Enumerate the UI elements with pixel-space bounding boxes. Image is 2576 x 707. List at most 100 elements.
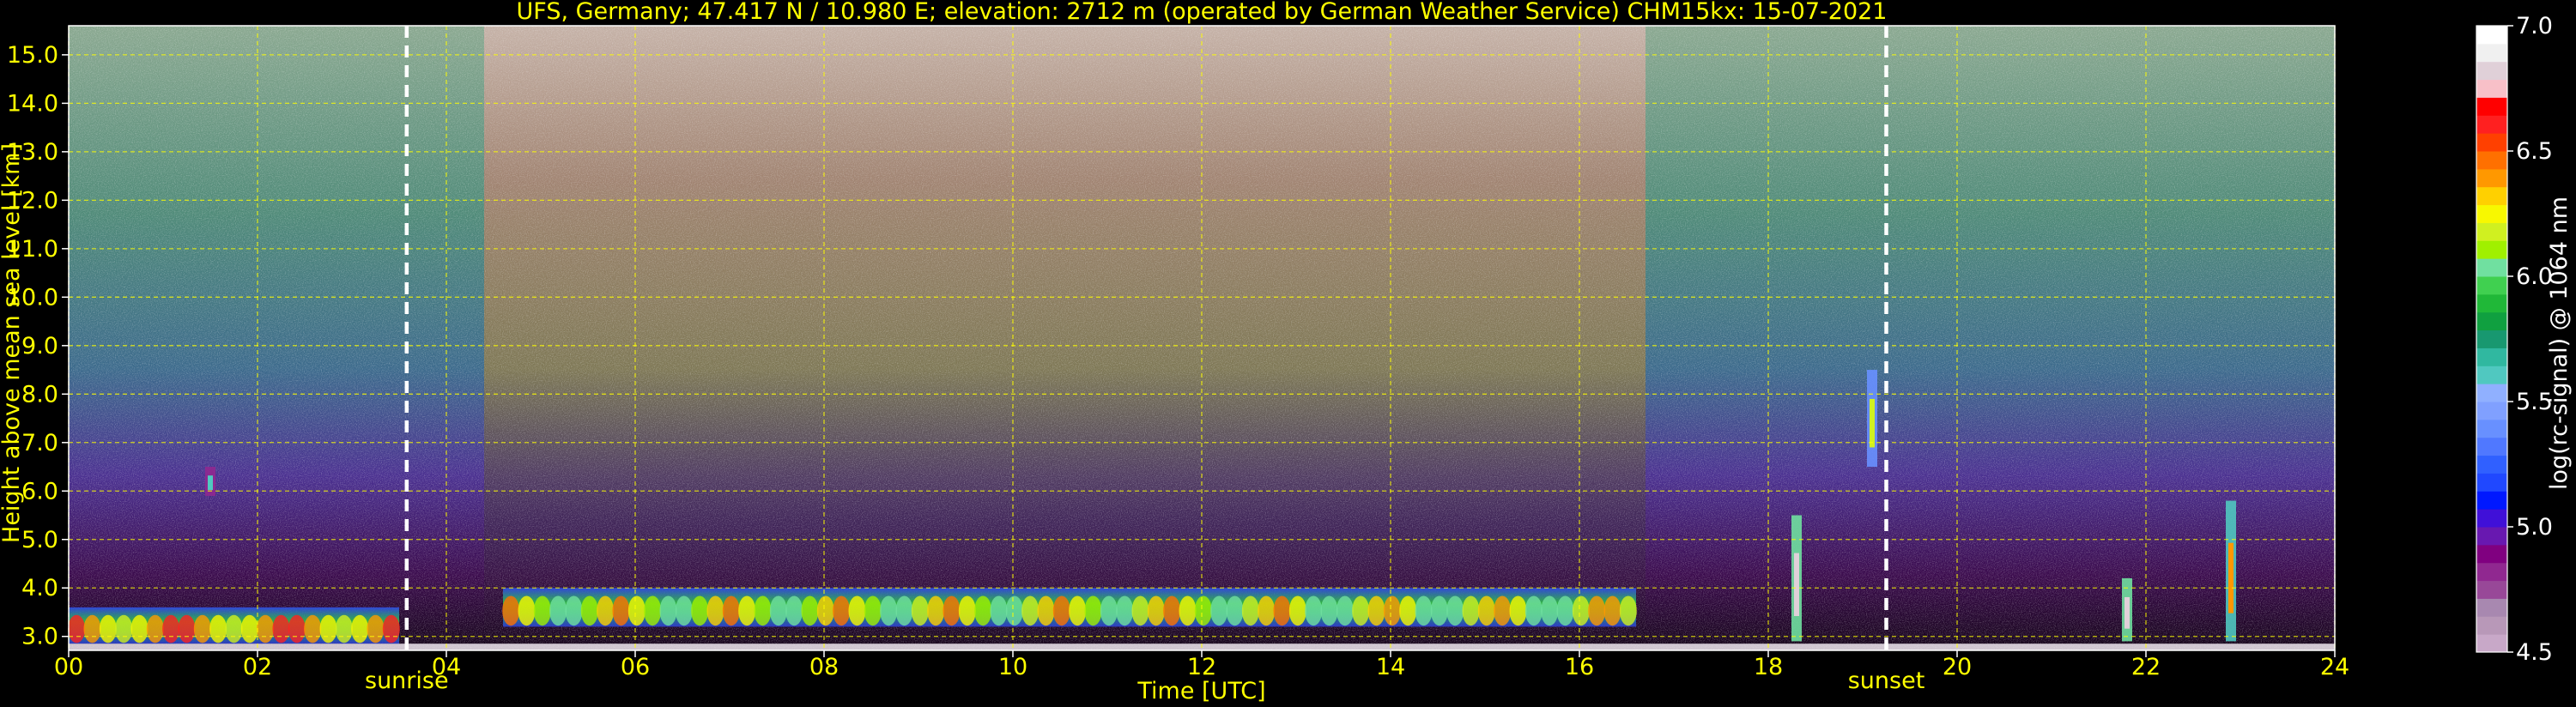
aerosol-layer-cell <box>209 614 227 644</box>
aerosol-layer-cell <box>1415 595 1433 626</box>
x-tick-label: 22 <box>2131 654 2161 680</box>
colorbar-tick-label: 7.0 <box>2516 13 2553 39</box>
colorbar-segment <box>2476 527 2507 546</box>
y-tick-label: 3.0 <box>21 624 58 650</box>
x-tick-label: 12 <box>1187 654 1216 680</box>
aerosol-layer-cell <box>1147 595 1165 626</box>
colorbar-segment <box>2476 97 2507 116</box>
aerosol-layer-cell <box>1399 595 1417 626</box>
aerosol-layer-cell <box>1210 595 1228 626</box>
aerosol-layer-cell <box>990 595 1008 626</box>
aerosol-layer-cell <box>1069 595 1087 626</box>
aerosol-layer-cell <box>1084 595 1102 626</box>
aerosol-layer-cell <box>1131 595 1149 626</box>
aerosol-layer-cell <box>927 595 945 626</box>
colorbar-segment <box>2476 258 2507 277</box>
colorbar-segment <box>2476 402 2507 420</box>
aerosol-layer-cell <box>691 595 709 626</box>
colorbar-segment <box>2476 26 2507 45</box>
aerosol-layer-cell <box>533 595 551 626</box>
aerosol-layer-cell <box>1509 595 1527 626</box>
x-tick-label: 08 <box>809 654 839 680</box>
x-tick-label: 00 <box>54 654 83 680</box>
aerosol-layer-cell <box>1462 595 1480 626</box>
y-tick-label: 7.0 <box>21 430 58 456</box>
colorbar-segment <box>2476 384 2507 402</box>
aerosol-layer-cell <box>1603 595 1621 626</box>
aerosol-layer-cell <box>754 595 772 626</box>
aerosol-layer-cell <box>162 614 180 644</box>
colorbar-segment <box>2476 580 2507 599</box>
y-tick-label: 14.0 <box>7 90 58 117</box>
aerosol-layer-cell <box>1005 595 1023 626</box>
colorbar-segment <box>2476 311 2507 331</box>
aerosol-layer-cell <box>833 595 851 626</box>
aerosol-layer-cell <box>367 614 385 644</box>
colorbar-segment <box>2476 419 2507 438</box>
x-tick-label: 24 <box>2320 654 2349 680</box>
colorbar-segment <box>2476 293 2507 313</box>
sunset-label: sunset <box>1848 668 1925 694</box>
aerosol-layer-cell <box>319 614 337 644</box>
aerosol-layer-cell <box>1556 595 1574 626</box>
aerosol-layer-cell <box>1619 595 1637 626</box>
colorbar-segment <box>2476 168 2507 188</box>
aerosol-layer-cell <box>1524 595 1543 626</box>
x-tick-label: 14 <box>1376 654 1405 680</box>
aerosol-layer-cell <box>382 614 400 644</box>
colorbar-segment <box>2476 347 2507 366</box>
colorbar-segment <box>2476 222 2507 241</box>
y-tick-label: 6.0 <box>21 478 58 505</box>
aerosol-layer-cell <box>99 614 117 644</box>
aerosol-layer-cell <box>83 614 101 644</box>
cloud-core <box>2228 542 2234 613</box>
colorbar-segment <box>2476 240 2507 259</box>
aerosol-layer-cell <box>895 595 913 626</box>
y-tick-label: 8.0 <box>21 381 58 408</box>
y-tick-label: 4.0 <box>21 575 58 601</box>
colorbar-segment <box>2476 133 2507 152</box>
aerosol-layer-cell <box>675 595 693 626</box>
aerosol-layer-cell <box>864 595 882 626</box>
aerosol-layer-cell <box>1052 595 1070 626</box>
aerosol-layer-cell <box>597 595 615 626</box>
aerosol-layer-cell <box>1336 595 1354 626</box>
y-tick-label: 9.0 <box>21 333 58 360</box>
aerosol-layer-cell <box>335 614 353 644</box>
colorbar-tick-label: 4.5 <box>2516 639 2553 666</box>
colorbar-segment <box>2476 437 2507 456</box>
colorbar-segment <box>2476 473 2507 492</box>
aerosol-layer-cell <box>146 614 164 644</box>
aerosol-layer-cell <box>769 595 787 626</box>
aerosol-layer-cell <box>502 595 520 626</box>
aerosol-layer-cell <box>1572 595 1590 626</box>
aerosol-layer-cell <box>644 595 662 626</box>
colorbar-segment <box>2476 43 2507 63</box>
y-tick-label: 15.0 <box>7 42 58 69</box>
aerosol-layer-cell <box>68 614 86 644</box>
aerosol-layer-cell <box>1100 595 1118 626</box>
aerosol-layer-cell <box>1352 595 1370 626</box>
aerosol-layer-cell <box>738 595 756 626</box>
x-tick-label: 20 <box>1943 654 1972 680</box>
y-tick-label: 5.0 <box>21 527 58 553</box>
cloud-core <box>208 475 213 491</box>
aerosol-layer-cell <box>130 614 148 644</box>
aerosol-layer-cell <box>115 614 133 644</box>
aerosol-layer-cell <box>627 595 646 626</box>
aerosol-layer-cell <box>816 595 834 626</box>
aerosol-layer-cell <box>880 595 898 626</box>
colorbar-segment <box>2476 276 2507 295</box>
aerosol-layer-cell <box>1383 595 1401 626</box>
aerosol-layer-cell <box>1241 595 1259 626</box>
aerosol-layer-cell <box>272 614 290 644</box>
aerosol-layer-cell <box>565 595 583 626</box>
colorbar-segment <box>2476 366 2507 384</box>
colorbar-segment <box>2476 616 2507 635</box>
aerosol-layer-cell <box>958 595 976 626</box>
colorbar-segment <box>2476 509 2507 528</box>
aerosol-layer-cell <box>1179 595 1197 626</box>
aerosol-layer-cell <box>706 595 724 626</box>
aerosol-layer-cell <box>580 595 598 626</box>
aerosol-layer-cell <box>943 595 961 626</box>
